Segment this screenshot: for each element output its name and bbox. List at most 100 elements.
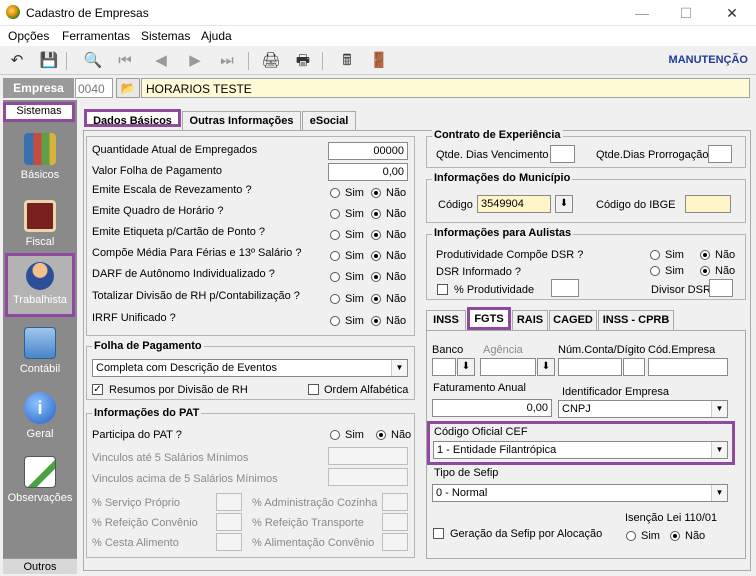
vinc-ate-field[interactable]: [328, 447, 408, 465]
geracao-checkbox[interactable]: [433, 528, 444, 539]
exit-icon[interactable]: 🚪: [368, 50, 390, 72]
print-setup-icon[interactable]: 🖶: [292, 50, 314, 72]
sidebar-item-observacoes[interactable]: Observações: [3, 456, 77, 504]
cesta-field[interactable]: [216, 533, 242, 551]
radio-nao[interactable]: [371, 230, 381, 240]
empresa-code-field[interactable]: 0040: [75, 78, 113, 98]
maximize-icon[interactable]: ☐: [664, 2, 708, 24]
alim-field[interactable]: [382, 533, 408, 551]
radio-nao[interactable]: [371, 272, 381, 282]
isencao-nao-radio[interactable]: [670, 531, 680, 541]
preview-icon[interactable]: 🔍: [82, 50, 104, 72]
menu-ferramentas[interactable]: Ferramentas: [62, 29, 130, 43]
dsr-nao-radio[interactable]: [700, 266, 710, 276]
cod-empresa-field[interactable]: [648, 358, 728, 376]
tab-caged[interactable]: CAGED: [549, 310, 597, 330]
dias-prorrog-field[interactable]: [708, 145, 732, 163]
participa-sim-radio[interactable]: [330, 430, 340, 440]
ordem-checkbox[interactable]: [308, 384, 319, 395]
radio-row-label: DARF de Autônomo Individualizado ?: [92, 268, 275, 280]
tab-fgts[interactable]: FGTS: [467, 307, 511, 330]
fat-field[interactable]: 0,00: [432, 399, 552, 417]
worker-icon: [26, 262, 54, 290]
radio-nao[interactable]: [371, 294, 381, 304]
prod-nao-label: Não: [715, 249, 736, 261]
sefip-select[interactable]: 0 - Normal ▼: [432, 484, 728, 502]
participa-nao-radio[interactable]: [376, 430, 386, 440]
sidebar-item-fiscal[interactable]: Fiscal: [3, 200, 77, 248]
banco-lookup-button[interactable]: ⬇: [457, 358, 475, 376]
last-icon[interactable]: ⏭: [216, 50, 238, 72]
folha-select[interactable]: Completa com Descrição de Eventos ▼: [92, 359, 408, 377]
ibge-field[interactable]: [685, 195, 731, 213]
agencia-lookup-button[interactable]: ⬇: [537, 358, 555, 376]
sidebar-item-contabil[interactable]: Contábil: [3, 327, 77, 375]
resumos-label: Resumos por Divisão de RH: [109, 384, 248, 396]
radio-nao[interactable]: [371, 209, 381, 219]
divisor-field[interactable]: [709, 279, 733, 297]
transp-field[interactable]: [382, 513, 408, 531]
ident-select[interactable]: CNPJ ▼: [558, 400, 728, 418]
cef-label: Código Oficial CEF: [434, 426, 528, 438]
conta-field[interactable]: [558, 358, 622, 376]
radio-nao[interactable]: [371, 316, 381, 326]
prod-sim-label: Sim: [665, 249, 684, 261]
pct-prod-field[interactable]: [551, 279, 579, 297]
tab-inss-cprb[interactable]: INSS - CPRB: [598, 310, 674, 330]
cef-select[interactable]: 1 - Entidade Filantrópica ▼: [433, 441, 728, 459]
qtd-empregados-field[interactable]: 00000: [328, 142, 408, 160]
radio-sim[interactable]: [330, 272, 340, 282]
radio-nao[interactable]: [371, 188, 381, 198]
radio-sim[interactable]: [330, 251, 340, 261]
empresa-name-field[interactable]: HORARIOS TESTE: [141, 78, 750, 98]
tab-dados-basicos[interactable]: Dados Básicos: [84, 109, 181, 127]
radio-sim[interactable]: [330, 188, 340, 198]
sidebar-footer[interactable]: Outros: [3, 558, 77, 574]
codigo-field[interactable]: 3549904: [477, 195, 551, 213]
alim-label: % Alimentação Convênio: [252, 537, 375, 549]
valor-folha-field[interactable]: 0,00: [328, 163, 408, 181]
tab-esocial[interactable]: eSocial: [302, 111, 356, 132]
refeicao-field[interactable]: [216, 513, 242, 531]
menu-ajuda[interactable]: Ajuda: [201, 29, 232, 43]
prev-icon[interactable]: ◀: [150, 50, 172, 72]
radio-sim[interactable]: [330, 209, 340, 219]
next-icon[interactable]: ▶: [184, 50, 206, 72]
vinc-acima-field[interactable]: [328, 468, 408, 486]
radio-sim[interactable]: [330, 230, 340, 240]
codigo-lookup-button[interactable]: ⬇: [555, 195, 573, 213]
prod-sim-radio[interactable]: [650, 250, 660, 260]
minimize-icon[interactable]: —: [620, 2, 664, 24]
open-folder-button[interactable]: 📂: [116, 78, 140, 98]
calculator-icon[interactable]: 🖩: [336, 50, 358, 72]
digito-field[interactable]: [623, 358, 645, 376]
sidebar-header[interactable]: Sistemas: [3, 102, 75, 122]
tab-inss[interactable]: INSS: [426, 310, 466, 330]
agencia-field[interactable]: [480, 358, 536, 376]
print-icon[interactable]: 🖨: [260, 50, 282, 72]
sidebar-item-trabalhista[interactable]: Trabalhista: [3, 262, 77, 306]
dsr-sim-radio[interactable]: [650, 266, 660, 276]
radio-nao[interactable]: [371, 251, 381, 261]
resumos-checkbox[interactable]: ✓: [92, 384, 103, 395]
undo-icon[interactable]: ↶: [6, 50, 28, 72]
prod-nao-radio[interactable]: [700, 250, 710, 260]
first-icon[interactable]: ⏮: [114, 50, 136, 72]
adm-field[interactable]: [382, 493, 408, 511]
radio-sim[interactable]: [330, 316, 340, 326]
tab-outras-informacoes[interactable]: Outras Informações: [182, 111, 301, 132]
sidebar-item-basicos[interactable]: Básicos: [3, 133, 77, 181]
radio-sim[interactable]: [330, 294, 340, 304]
isencao-sim-radio[interactable]: [626, 531, 636, 541]
menu-sistemas[interactable]: Sistemas: [141, 29, 190, 43]
dias-venc-field[interactable]: [550, 145, 575, 163]
tab-rais[interactable]: RAIS: [512, 310, 548, 330]
pct-prod-checkbox[interactable]: [437, 284, 448, 295]
banco-field[interactable]: [432, 358, 456, 376]
cef-select-value: 1 - Entidade Filantrópica: [437, 444, 557, 456]
servico-field[interactable]: [216, 493, 242, 511]
close-icon[interactable]: ✕: [710, 2, 754, 24]
sidebar-item-geral[interactable]: i Geral: [3, 392, 77, 440]
menu-opcoes[interactable]: Opções: [8, 29, 49, 43]
save-icon[interactable]: 💾: [38, 50, 60, 72]
